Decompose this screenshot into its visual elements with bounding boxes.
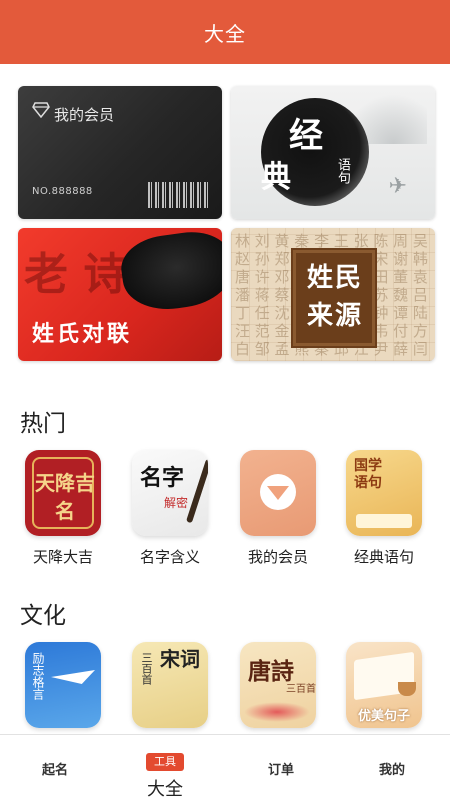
couplet-bg-text: 老 诗 [24, 249, 128, 300]
classic-char-1: 经 [289, 116, 323, 156]
tangshi-tile-sub: 三百首 [286, 684, 316, 695]
tianjiang-icon[interactable]: 天降吉名 [25, 450, 101, 536]
member-diamond-icon[interactable] [240, 450, 316, 536]
crane-icon: ✈ [388, 174, 407, 199]
cup-icon [398, 682, 416, 696]
brush-icon [185, 458, 208, 524]
inkstone-image [117, 228, 222, 316]
tianjiang-tile-text: 天降吉名 [35, 471, 95, 523]
tab-tools-badge: 工具 [146, 753, 184, 771]
tab-dingdan-label: 订单 [267, 763, 294, 778]
songci-tile-text: 宋词 [160, 647, 200, 671]
lizhi-geyan-icon[interactable]: 励志格言 [25, 642, 101, 728]
member-label[interactable]: 我的会员 [223, 546, 333, 567]
culture-section-title: 文化 [20, 603, 66, 629]
book-icon [356, 514, 412, 528]
tab-dingdan[interactable]: 订单 [226, 735, 336, 801]
youmei-juzi-icon[interactable]: 优美句子 [346, 642, 422, 728]
banner-member-card[interactable]: 我的会员 NO.888888 [18, 86, 222, 219]
tianjiang-frame: 天降吉名 [32, 457, 95, 529]
bottom-tab-bar: 起名 工具 大全 订单 我的 [0, 734, 450, 801]
songci-small-text: 三百首 [140, 652, 153, 685]
classic-side-text: 语句 [335, 158, 350, 184]
jingdian-tile-text: 国学语句 [354, 458, 382, 491]
tab-qiming[interactable]: 起名 [0, 735, 110, 801]
v-mark-icon [267, 486, 289, 500]
main-content[interactable]: 我的会员 NO.888888 经 典 语句 ✈ 老 诗 姓氏对联 林 刘 黄 秦… [0, 64, 450, 734]
surname-origin-title: 姓民来源 [306, 263, 363, 331]
songci-icon[interactable]: 三百首 宋词 [132, 642, 208, 728]
tianjiang-label[interactable]: 天降大吉 [8, 546, 118, 567]
member-card-title: 我的会员 [54, 106, 115, 124]
tab-qiming-label: 起名 [41, 763, 68, 778]
mingzi-tile-sub: 解密 [164, 496, 189, 510]
mingzi-icon[interactable]: 名字 解密 [132, 450, 208, 536]
app-header: 大全 [0, 0, 450, 64]
tab-daquan[interactable]: 工具 大全 [110, 735, 220, 801]
banner-surname-origin[interactable]: 林 刘 黄 秦 李 王 张 陈 周 吴 赵 孙 郑 冯 何 高 罗 宋 谢 韩 … [231, 228, 435, 361]
jingdian-icon[interactable]: 国学语句 [346, 450, 422, 536]
hot-section-title: 热门 [20, 411, 66, 437]
surname-plaque: 姓民来源 [293, 250, 375, 346]
page-title: 大全 [204, 21, 246, 46]
diamond-icon [32, 102, 50, 118]
paper-plane-icon [51, 670, 95, 684]
jingdian-label[interactable]: 经典语句 [329, 546, 439, 567]
classic-char-2: 典 [261, 160, 291, 195]
mingzi-tile-text: 名字 [140, 465, 185, 491]
banner-classic-quotes[interactable]: 经 典 语句 ✈ [231, 86, 435, 219]
banner-grid: 我的会员 NO.888888 经 典 语句 ✈ 老 诗 姓氏对联 林 刘 黄 秦… [18, 86, 436, 361]
tab-wode-label: 我的 [378, 763, 405, 778]
lizhi-tile-text: 励志格言 [31, 652, 45, 700]
tab-wode[interactable]: 我的 [337, 735, 447, 801]
flower-decoration [244, 702, 310, 722]
tangshi-icon[interactable]: 唐詩 三百首 [240, 642, 316, 728]
banner-surname-couplet[interactable]: 老 诗 姓氏对联 [18, 228, 222, 361]
tab-daquan-label: 大全 [147, 779, 183, 800]
member-card-number: NO.888888 [32, 186, 93, 197]
youmei-tile-text: 优美句子 [357, 709, 410, 724]
couplet-title: 姓氏对联 [32, 322, 133, 347]
barcode-icon [148, 182, 210, 208]
mingzi-label[interactable]: 名字含义 [115, 546, 225, 567]
